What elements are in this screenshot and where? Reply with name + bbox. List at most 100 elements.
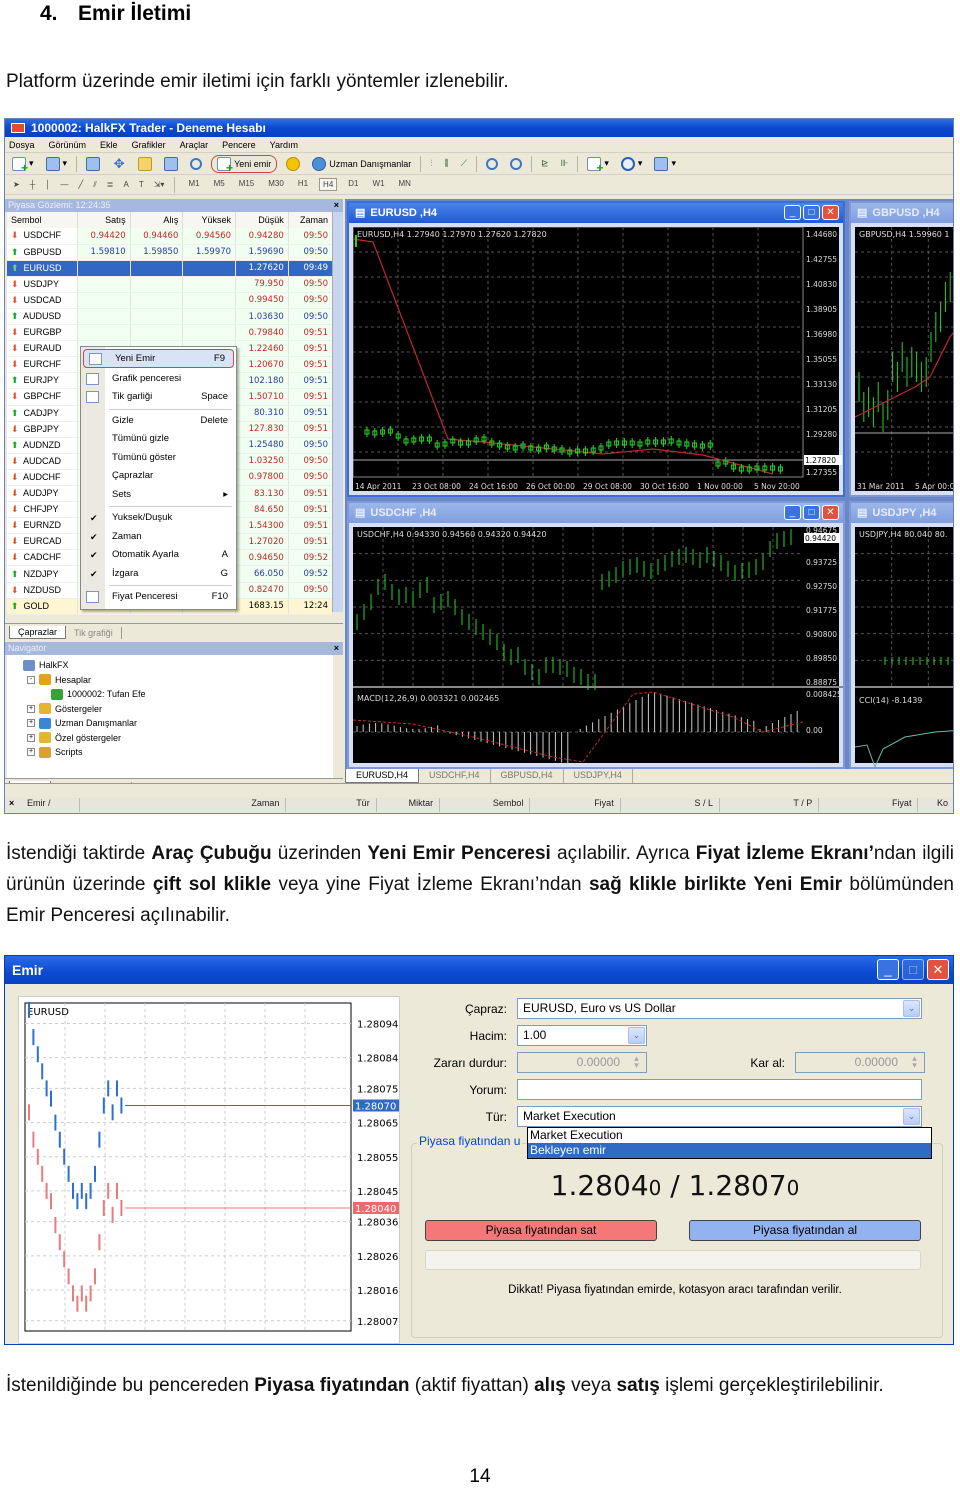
expert-advisors-button[interactable]: Uzman Danışmanlar bbox=[309, 155, 414, 173]
chart-window-usdjpy[interactable]: ▤ USDJPY ,H4 CCI(14) -8.1439 USDJPY,H4 80.… bbox=[849, 501, 953, 769]
minimize-button[interactable]: _ bbox=[784, 205, 801, 220]
bar-chart-button[interactable]: ⫶ bbox=[427, 155, 435, 173]
auto-scroll-button[interactable]: ⊵ bbox=[538, 155, 552, 173]
warning-button[interactable] bbox=[283, 155, 303, 173]
context-menu-item[interactable]: Tik garliği Space bbox=[81, 388, 236, 407]
column-header[interactable]: Sembol bbox=[7, 212, 78, 228]
market-watch-row[interactable]: ⬆ EURUSD 1.27620 09:49 bbox=[7, 260, 334, 277]
data-window-button[interactable]: ✥ bbox=[109, 155, 129, 173]
navigator-node[interactable]: + Scripts bbox=[13, 745, 327, 760]
timeframe-mn[interactable]: MN bbox=[396, 178, 414, 191]
terminal-column-header[interactable]: S / L bbox=[621, 798, 720, 812]
menu-item-görünüm[interactable]: Görünüm bbox=[49, 140, 87, 150]
timeframe-d1[interactable]: D1 bbox=[345, 178, 361, 191]
terminal-column-header[interactable]: Zaman bbox=[80, 798, 287, 812]
strategy-tester-button[interactable] bbox=[187, 155, 205, 173]
context-menu-item[interactable]: Tümünü gizle bbox=[81, 430, 236, 449]
menu-item-dosya[interactable]: Dosya bbox=[9, 140, 35, 150]
text-label-tool[interactable]: T bbox=[139, 180, 144, 189]
market-watch-row[interactable]: ⬇ EURGBP 0.79840 09:51 bbox=[7, 324, 334, 342]
context-menu-item[interactable]: Yeni Emir F9 bbox=[83, 349, 234, 368]
dropdown-option[interactable]: Market Execution bbox=[528, 1128, 931, 1143]
symbol-select[interactable]: EURUSD, Euro vs US Dollar ⌄ bbox=[517, 998, 922, 1019]
volume-select[interactable]: 1.00 ⌄ bbox=[517, 1025, 647, 1046]
terminal-column-header[interactable]: Emir / bbox=[5, 798, 80, 812]
timeframe-m5[interactable]: M5 bbox=[211, 178, 228, 191]
close-button[interactable]: ✕ bbox=[822, 205, 839, 220]
navigator-node[interactable]: + Uzman Danışmanlar bbox=[13, 716, 327, 731]
terminal-column-header[interactable]: Fiyat bbox=[530, 798, 621, 812]
zoom-in-button[interactable] bbox=[483, 155, 501, 173]
expand-icon[interactable]: + bbox=[27, 733, 35, 742]
context-menu-item[interactable]: ✔ Yuksek/Duşuk bbox=[81, 509, 236, 528]
market-watch-button[interactable] bbox=[83, 155, 103, 173]
timeframe-h1[interactable]: H1 bbox=[295, 178, 311, 191]
stop-loss-input[interactable]: 0.00000 ▴ ▾ bbox=[517, 1052, 647, 1073]
menu-item-grafikler[interactable]: Grafikler bbox=[132, 140, 166, 150]
timeframe-m1[interactable]: M1 bbox=[185, 178, 202, 191]
buy-by-market-button[interactable]: Piyasa fiyatından al bbox=[689, 1220, 921, 1241]
vertical-line-tool[interactable]: │ bbox=[45, 180, 50, 189]
sell-by-market-button[interactable]: Piyasa fiyatından sat bbox=[425, 1220, 657, 1241]
usdchf-chart[interactable]: 0.94675 0.94420 0.93725 0.92750 0.91775 0.908… bbox=[353, 527, 843, 767]
column-header[interactable]: Düşük bbox=[235, 212, 289, 228]
close-icon[interactable]: × bbox=[334, 199, 339, 212]
column-header[interactable]: Satış bbox=[77, 212, 131, 228]
timeframe-h4[interactable]: H4 bbox=[319, 178, 338, 191]
market-watch-row[interactable]: ⬇ USDCAD 0.99450 09:50 bbox=[7, 292, 334, 309]
column-header[interactable]: Yüksek bbox=[182, 212, 237, 228]
chart-tab[interactable]: USDJPY,H4 bbox=[564, 769, 633, 783]
market-watch-row[interactable]: ⬇ USDJPY 79.950 09:50 bbox=[7, 276, 334, 293]
context-menu-item[interactable]: Gizle Delete bbox=[81, 412, 236, 431]
navigator-node[interactable]: 1000002: Tufan Efe bbox=[13, 687, 327, 702]
collapse-icon[interactable]: - bbox=[27, 675, 35, 684]
context-menu-item[interactable]: Tümünü göster bbox=[81, 449, 236, 468]
chart-shift-button[interactable]: ⊪ bbox=[558, 155, 572, 173]
column-header[interactable]: Alış bbox=[130, 212, 184, 228]
navigator-node[interactable]: - Hesaplar bbox=[13, 673, 327, 688]
crosshair-tool[interactable]: ┼ bbox=[30, 180, 36, 189]
tab-symbols[interactable]: Çaprazlar bbox=[9, 626, 67, 639]
timeframe-m15[interactable]: M15 bbox=[236, 178, 258, 191]
horizontal-line-tool[interactable]: — bbox=[60, 180, 68, 189]
maximize-button[interactable]: □ bbox=[902, 959, 924, 980]
close-icon[interactable]: × bbox=[9, 798, 14, 808]
eurusd-chart[interactable]: 1.44680 1.42755 1.40830 1.38905 1.36980 1.350… bbox=[353, 227, 842, 491]
take-profit-input[interactable]: 0.00000 ▴ ▾ bbox=[795, 1052, 925, 1073]
new-order-button[interactable]: Yeni emir bbox=[211, 154, 278, 175]
context-menu-item[interactable]: Grafik penceresi bbox=[81, 370, 236, 389]
equidistant-channel-tool[interactable]: ⫽ bbox=[93, 180, 97, 190]
terminal-column-header[interactable]: Miktar bbox=[377, 798, 441, 812]
timeframe-m30[interactable]: M30 bbox=[265, 178, 287, 191]
terminal-column-header[interactable]: Ko bbox=[918, 798, 953, 812]
menu-item-pencere[interactable]: Pencere bbox=[222, 140, 256, 150]
expand-icon[interactable]: + bbox=[27, 704, 35, 713]
tab-tick-chart[interactable]: Tik grafiği bbox=[66, 627, 122, 639]
chart-tab[interactable]: EURUSD,H4 bbox=[345, 769, 420, 783]
market-watch-row[interactable]: ⬆ GBPUSD 1.59810 1.59850 1.59970 1.59690 09:5… bbox=[7, 244, 334, 261]
close-button[interactable]: ✕ bbox=[822, 505, 839, 520]
comment-input[interactable] bbox=[517, 1079, 922, 1100]
terminal-button[interactable] bbox=[161, 155, 181, 173]
arrows-tool[interactable]: ⇲▾ bbox=[154, 180, 165, 189]
context-menu-item[interactable]: Sets ▸ bbox=[81, 486, 236, 505]
terminal-column-header[interactable]: Fiyat bbox=[819, 798, 919, 812]
maximize-button[interactable]: □ bbox=[803, 505, 820, 520]
dropdown-option[interactable]: Bekleyen emir bbox=[528, 1143, 931, 1158]
minimize-button[interactable]: _ bbox=[784, 505, 801, 520]
line-chart-button[interactable]: ⟋ bbox=[458, 155, 470, 173]
trendline-tool[interactable]: ╱ bbox=[78, 180, 83, 189]
candle-chart-button[interactable]: ⫼ bbox=[442, 155, 452, 173]
templates-button[interactable]: ▾ bbox=[651, 155, 679, 173]
zoom-out-button[interactable] bbox=[507, 155, 525, 173]
chart-window-eurusd[interactable]: ▤ EURUSD ,H4 _ □ ✕ 1.44680 1.42755 1.40830 1.3… bbox=[347, 201, 845, 497]
navigator-node[interactable]: HalkFX bbox=[13, 658, 327, 673]
minimize-button[interactable]: _ bbox=[877, 959, 899, 980]
navigator-node[interactable]: + Göstergeler bbox=[13, 702, 327, 717]
menu-item-yardım[interactable]: Yardım bbox=[270, 140, 298, 150]
context-menu-item[interactable]: ✔ İzgara G bbox=[81, 565, 236, 584]
expand-icon[interactable]: + bbox=[27, 719, 35, 728]
indicators-button[interactable]: ▾ bbox=[584, 155, 612, 175]
fibonacci-tool[interactable]: ≣ bbox=[107, 180, 114, 189]
column-header[interactable]: Zaman bbox=[288, 212, 334, 228]
